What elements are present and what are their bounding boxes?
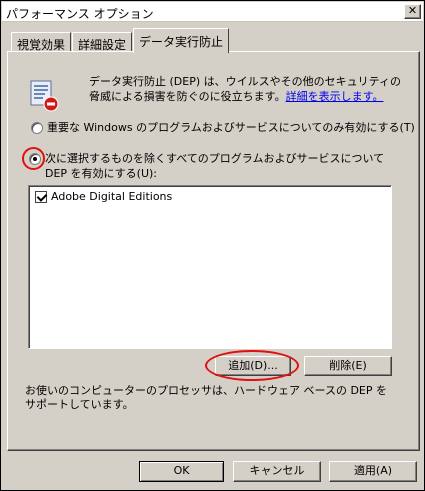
program-name: Adobe Digital Editions [51,190,173,203]
performance-options-window: パフォーマンス オプション ✕ 視覚効果 詳細設定 データ実行防止 データ実行防… [0,0,425,491]
tab-visual-effects[interactable]: 視覚効果 [11,32,72,52]
dep-description: データ実行防止 (DEP) は、ウイルスやその他のセキュリティの脅威による損害を… [89,74,407,104]
ok-button[interactable]: OK [139,461,224,482]
window-title: パフォーマンス オプション [6,7,154,21]
apply-button[interactable]: 適用(A) [329,461,417,482]
program-checkbox[interactable] [35,191,47,203]
details-link[interactable]: 詳細を表示します。 [286,90,384,103]
dep-shield-icon [25,79,61,113]
radio-essential-only-label[interactable]: 重要な Windows のプログラムおよびサービスについてのみ有効にする(T) [47,120,415,135]
program-exception-list[interactable]: Adobe Digital Editions [28,185,392,349]
tab-advanced[interactable]: 詳細設定 [72,32,133,52]
title-bar: パフォーマンス オプション ✕ [2,2,423,22]
radio-essential-only-button[interactable] [31,122,43,134]
cancel-button[interactable]: キャンセル [233,461,321,482]
radio-all-except-label[interactable]: 次に選択するものを除くすべてのプログラムおよびサービスについて DEP を有効に… [45,151,405,181]
red-annotation-circle-radio [22,147,45,170]
close-button[interactable]: ✕ [404,4,421,19]
tab-data-execution-prevention[interactable]: データ実行防止 [133,28,230,53]
remove-button[interactable]: 削除(E) [304,356,392,376]
hardware-dep-support-text: お使いのコンピューターのプロセッサは、ハードウェア ベースの DEP をサポート… [25,384,387,411]
red-annotation-circle-add [205,350,299,381]
